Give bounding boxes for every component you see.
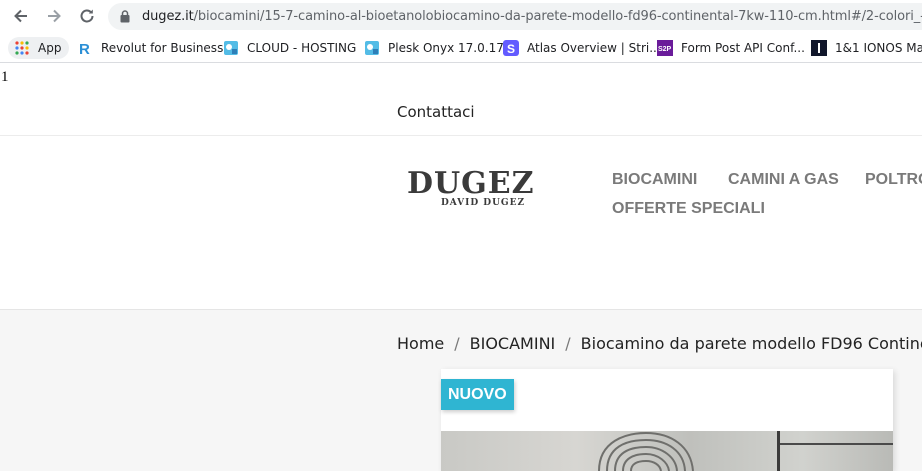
stray-text: 1 [1, 69, 9, 85]
breadcrumb: Home / BIOCAMINI / Biocamino da parete model… [397, 334, 922, 353]
menu-item-biocamini[interactable]: BIOCAMINI [612, 171, 697, 189]
back-arrow-icon [14, 9, 27, 23]
bookmark-label: 1&1 IONOS Mai [835, 41, 922, 55]
menu-item-offerte-speciali[interactable]: OFFERTE SPECIALI [612, 200, 765, 218]
plesk-icon [224, 41, 238, 55]
web-page: 1 Contattaci DUGEZ DAVID DUGEZ BIOCAMINI… [0, 64, 922, 471]
bookmark-label: Form Post API Conf... [681, 41, 805, 55]
apps-grid-icon [15, 41, 29, 55]
breadcrumb-biocamini[interactable]: BIOCAMINI [470, 334, 556, 353]
bookmark-cloud-hosting[interactable]: CLOUD - HOSTING [223, 37, 356, 59]
site-logo[interactable]: DUGEZ DAVID DUGEZ [407, 166, 547, 209]
svg-text:S2P: S2P [658, 46, 672, 53]
header-divider [0, 135, 922, 136]
bookmark-plesk[interactable]: Plesk Onyx 17.0.17 [364, 37, 504, 59]
lock-icon [120, 10, 130, 23]
menu-item-poltrone[interactable]: POLTRO [865, 171, 922, 189]
bookmarks-bar: App R Revolut for Business CLOUD - HOSTI… [0, 33, 922, 63]
contact-link[interactable]: Contattaci [397, 103, 475, 121]
breadcrumb-current: Biocamino da parete modello FD96 Contine… [580, 334, 922, 353]
address-bar[interactable]: dugez.it/biocamini/15-7-camino-al-bioeta… [108, 3, 922, 30]
s2p-icon: S2P [657, 40, 673, 56]
url-path: /biocamini/15-7-camino-al-bioetanolobioc… [193, 9, 922, 24]
reload-icon [80, 9, 94, 23]
menu-item-camini-a-gas[interactable]: CAMINI A GAS [728, 171, 839, 189]
bookmark-label: CLOUD - HOSTING [247, 41, 357, 55]
logo-main-text: DUGEZ [407, 166, 535, 201]
bookmark-label: Plesk Onyx 17.0.17 [388, 41, 504, 55]
bookmark-label: Revolut for Business [101, 41, 224, 55]
plesk-icon [365, 41, 379, 55]
breadcrumb-separator: / [454, 334, 460, 353]
bookmark-apps[interactable]: App [8, 37, 70, 59]
bookmark-label: App [38, 41, 62, 55]
url-host: dugez.it [142, 9, 194, 24]
svg-text:R: R [79, 41, 90, 56]
product-image[interactable] [441, 431, 893, 471]
forward-arrow-icon [48, 9, 61, 23]
url-text: dugez.it/biocamini/15-7-camino-al-bioeta… [142, 9, 922, 24]
bookmark-label: Atlas Overview | Stri... [527, 41, 661, 55]
fingerprint-graphic-icon [598, 431, 893, 471]
reload-button[interactable] [76, 5, 98, 27]
forward-button[interactable] [43, 5, 65, 27]
revolut-icon: R [79, 41, 90, 56]
back-button[interactable] [10, 5, 32, 27]
bookmark-ionos[interactable]: 1&1 IONOS Mai [811, 37, 922, 59]
product-card: NUOVO [441, 369, 893, 471]
breadcrumb-home[interactable]: Home [397, 334, 444, 353]
browser-toolbar: dugez.it/biocamini/15-7-camino-al-bioeta… [0, 0, 922, 33]
breadcrumb-separator: / [565, 334, 571, 353]
bookmark-revolut[interactable]: R Revolut for Business [77, 37, 223, 59]
bookmark-form-post[interactable]: S2P Form Post API Conf... [657, 37, 805, 59]
svg-text:S: S [507, 42, 515, 56]
stripe-atlas-icon: S [503, 40, 519, 56]
bookmark-atlas[interactable]: S Atlas Overview | Stri... [503, 37, 661, 59]
ionos-icon [811, 40, 827, 56]
new-badge: NUOVO [441, 379, 514, 410]
